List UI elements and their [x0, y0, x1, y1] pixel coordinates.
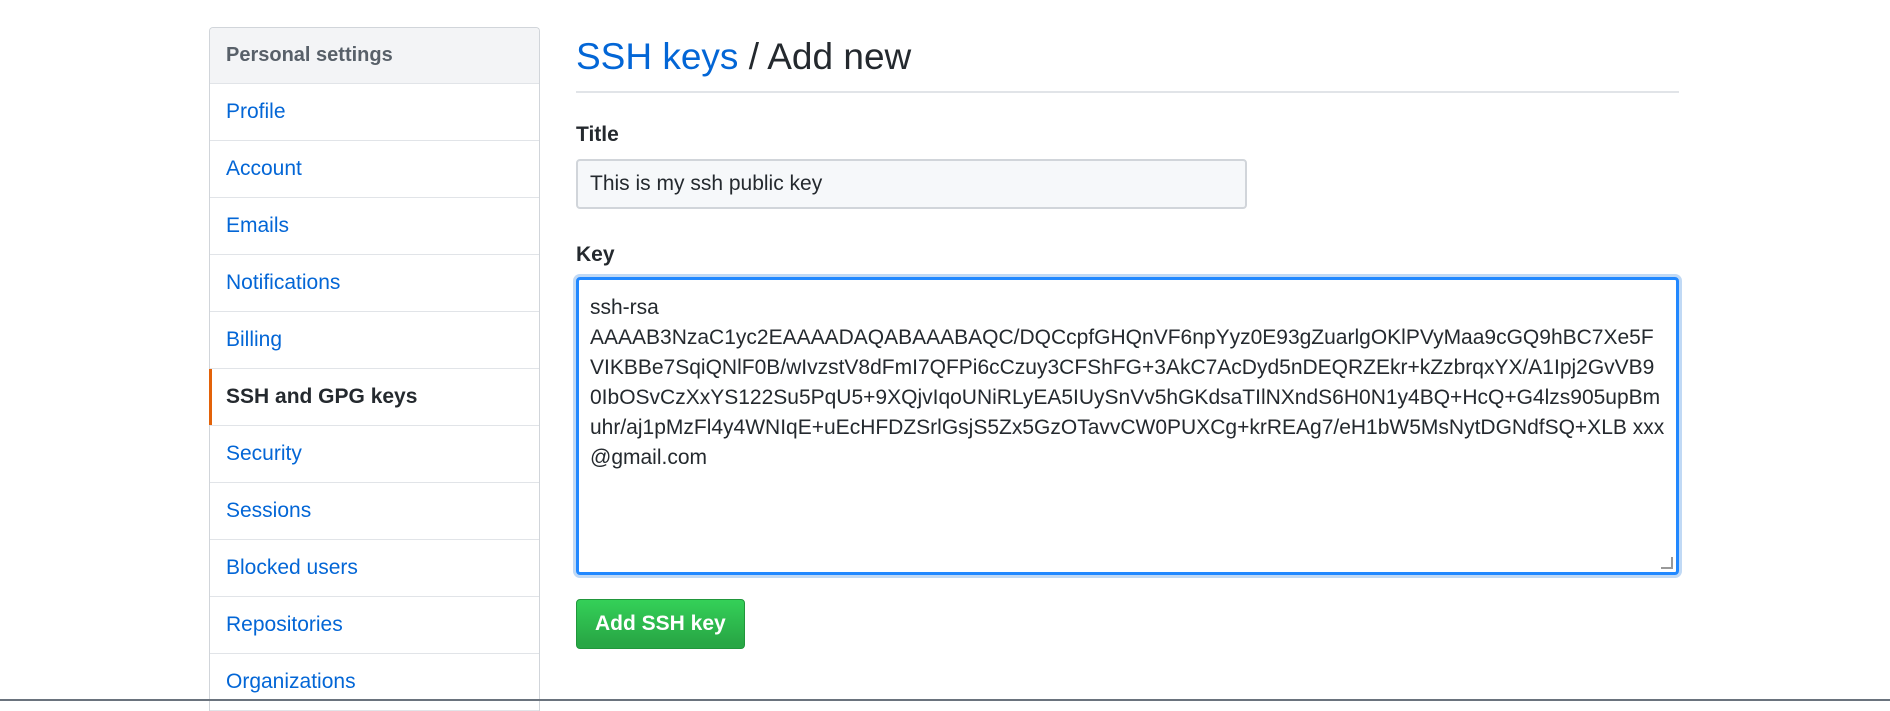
sidebar-item-organizations[interactable]: Organizations [210, 654, 539, 711]
sidebar-item-security[interactable]: Security [210, 426, 539, 483]
title-input[interactable] [576, 159, 1247, 209]
breadcrumb-current: Add new [767, 36, 912, 77]
sidebar-item-profile[interactable]: Profile [210, 84, 539, 141]
sidebar-item-account[interactable]: Account [210, 141, 539, 198]
key-label: Key [576, 243, 615, 266]
sidebar-item-blocked-users[interactable]: Blocked users [210, 540, 539, 597]
sidebar-item-repositories[interactable]: Repositories [210, 597, 539, 654]
bottom-border [0, 699, 1890, 701]
title-label: Title [576, 123, 619, 146]
sidebar-header: Personal settings [210, 28, 539, 84]
settings-sidebar: Personal settings Profile Account Emails… [209, 27, 540, 711]
sidebar-item-sessions[interactable]: Sessions [210, 483, 539, 540]
sidebar-item-emails[interactable]: Emails [210, 198, 539, 255]
breadcrumb-separator: / [748, 36, 759, 77]
key-textarea[interactable]: ssh-rsa AAAAB3NzaC1yc2EAAAADAQABAAABAQC/… [576, 277, 1679, 575]
add-ssh-key-button[interactable]: Add SSH key [576, 599, 745, 649]
resize-handle-icon[interactable] [1661, 557, 1673, 569]
sidebar-item-ssh-gpg-keys[interactable]: SSH and GPG keys [209, 369, 539, 426]
breadcrumb-ssh-keys-link[interactable]: SSH keys [576, 36, 738, 77]
page-title: SSH keys / Add new [576, 27, 1679, 93]
sidebar-item-notifications[interactable]: Notifications [210, 255, 539, 312]
key-text: ssh-rsa AAAAB3NzaC1yc2EAAAADAQABAAABAQC/… [590, 296, 1665, 469]
main-content: SSH keys / Add new Title Key ssh-rsa AAA… [576, 27, 1679, 649]
sidebar-item-billing[interactable]: Billing [210, 312, 539, 369]
